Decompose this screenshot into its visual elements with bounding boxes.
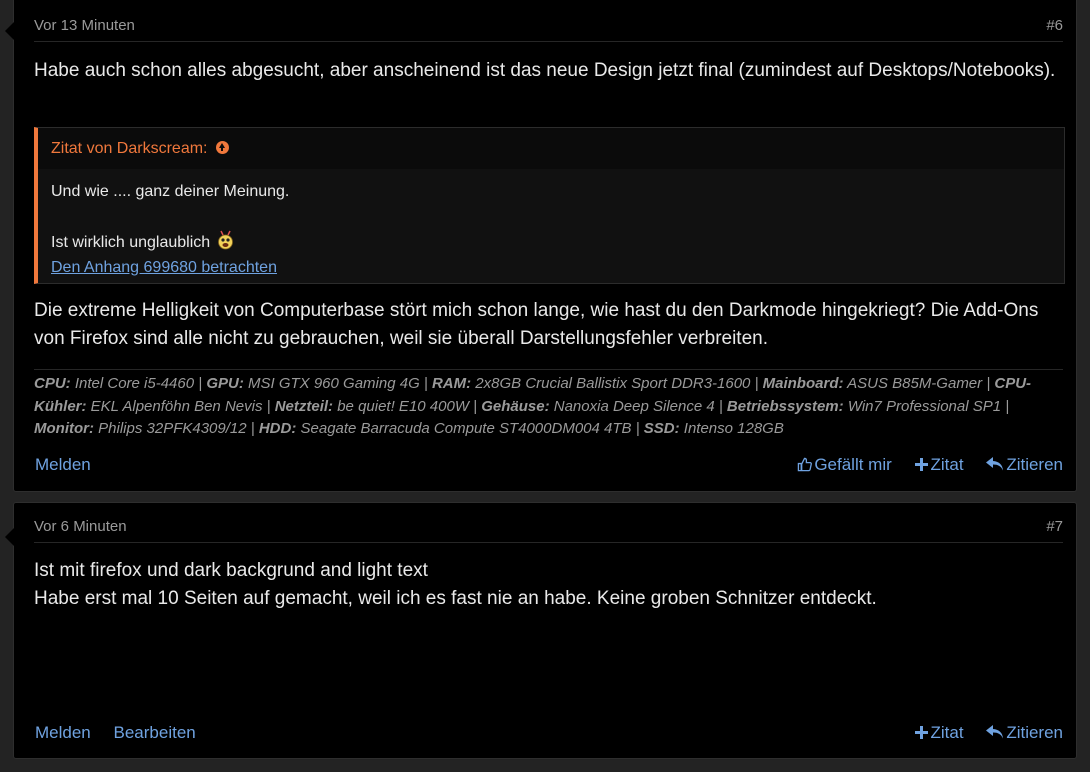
- sig-label: Betriebssystem:: [726, 397, 844, 415]
- plus-icon: [914, 458, 928, 471]
- post-message-text: Ist mit firefox und dark backgrund and l…: [34, 557, 1063, 613]
- post-timestamp[interactable]: Vor 6 Minuten: [34, 518, 127, 535]
- message-line: Habe erst mal 10 Seiten auf gemacht, wei…: [34, 588, 877, 609]
- quote-label: Zitat: [930, 723, 964, 742]
- reply-icon: [986, 457, 1004, 471]
- post-header: Vor 6 Minuten #7: [34, 518, 1063, 543]
- sig-label: Monitor:: [34, 420, 94, 437]
- sig-value: Intel Core i5-4460: [74, 375, 195, 392]
- quote-button[interactable]: Zitat: [914, 723, 964, 742]
- like-button[interactable]: Gefällt mir: [797, 455, 892, 474]
- reply-button[interactable]: Zitieren: [986, 723, 1063, 742]
- post-actions: Melden Gefällt mir Zitat Zitieren: [35, 455, 1063, 479]
- post-message-text: Habe auch schon alles abgesucht, aber an…: [34, 60, 1056, 81]
- quote-content: Und wie .... ganz deiner Meinung. Ist wi…: [38, 169, 1064, 280]
- post-number[interactable]: #7: [1046, 518, 1063, 535]
- quote-author[interactable]: Zitat von Darkscream:: [51, 140, 207, 157]
- sig-value: Intenso 128GB: [683, 420, 784, 437]
- sig-value: Nanoxia Deep Silence 4: [553, 397, 715, 415]
- sig-label: CPU:: [34, 375, 71, 392]
- sig-value: be quiet! E10 400W: [337, 397, 469, 415]
- arrow-circle-up-icon[interactable]: [215, 141, 229, 154]
- sig-value: MSI GTX 960 Gaming 4G: [248, 375, 420, 392]
- post-arrow: [5, 22, 14, 40]
- user-signature: CPU: Intel Core i5-4460 | GPU: MSI GTX 9…: [34, 369, 1063, 441]
- post-header: Vor 13 Minuten #6: [34, 17, 1063, 42]
- reply-label: Zitieren: [1006, 455, 1063, 474]
- sig-label: GPU:: [206, 375, 244, 392]
- sig-label: Mainboard:: [762, 375, 844, 392]
- reply-label: Zitieren: [1006, 723, 1063, 742]
- plus-icon: [914, 726, 928, 739]
- quote-header[interactable]: Zitat von Darkscream:: [38, 128, 1064, 169]
- thumbs-up-icon: [798, 457, 813, 472]
- message-line: Ist mit firefox und dark backgrund and l…: [34, 560, 428, 581]
- post: Vor 6 Minuten #7 Ist mit firefox und dar…: [5, 502, 1077, 759]
- attachment-link[interactable]: Den Anhang 699680 betrachten: [51, 259, 277, 276]
- post-actions: Melden Bearbeiten Zitat Zitieren: [35, 723, 1063, 747]
- sig-value: EKL Alpenföhn Ben Nevis: [90, 397, 263, 415]
- sig-label: HDD:: [258, 420, 297, 437]
- post-timestamp[interactable]: Vor 13 Minuten: [34, 17, 135, 34]
- sig-label: SSD:: [643, 420, 680, 437]
- post-arrow: [5, 528, 14, 546]
- thread-page: Vor 13 Minuten #6 Habe auch schon alles …: [0, 0, 1090, 772]
- quote-label: Zitat: [930, 455, 964, 474]
- reply-icon: [986, 725, 1004, 739]
- report-button[interactable]: Melden: [35, 723, 91, 742]
- sig-label: Netzteil:: [274, 397, 334, 415]
- sig-value: 2x8GB Crucial Ballistix Sport DDR3-1600: [475, 375, 751, 392]
- quote-block: Zitat von Darkscream: Und wie .... ganz …: [34, 127, 1065, 284]
- sig-value: Philips 32PFK4309/12: [98, 420, 247, 437]
- quote-line-with-smiley: Ist wirklich unglaublich: [51, 230, 1051, 255]
- sig-value: Win7 Professional SP1: [847, 397, 1002, 415]
- like-label: Gefällt mir: [814, 455, 892, 474]
- post: Vor 13 Minuten #6 Habe auch schon alles …: [5, 0, 1077, 492]
- sig-label: RAM:: [431, 375, 472, 392]
- sig-value: Seagate Barracuda Compute ST4000DM004 4T…: [300, 420, 632, 437]
- report-button[interactable]: Melden: [35, 455, 91, 474]
- quote-line-text: Ist wirklich unglaublich: [51, 234, 211, 251]
- quote-line: Und wie .... ganz deiner Meinung.: [51, 183, 290, 200]
- post-message-text: Die extreme Helligkeit von Computerbase …: [34, 300, 1039, 349]
- quote-button[interactable]: Zitat: [914, 455, 964, 474]
- reply-button[interactable]: Zitieren: [986, 455, 1063, 474]
- sig-label: Gehäuse:: [481, 397, 550, 415]
- edit-button[interactable]: Bearbeiten: [114, 723, 196, 742]
- post-number[interactable]: #6: [1046, 17, 1063, 34]
- sig-value: ASUS B85M-Gamer: [847, 375, 983, 392]
- smiley-icon: [217, 230, 233, 250]
